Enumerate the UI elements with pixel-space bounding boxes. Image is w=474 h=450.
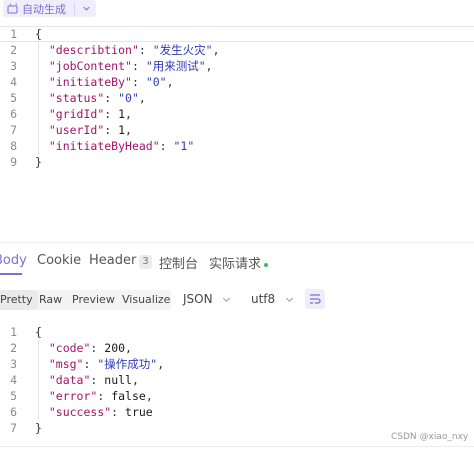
line-number: 3 (10, 59, 17, 73)
auto-generate-label: 自动生成 (22, 2, 66, 16)
magic-wand-icon (7, 2, 18, 13)
tab-console[interactable]: 控制台 (159, 253, 198, 272)
code-text: { (35, 27, 42, 41)
code-text: "msg": "操作成功", (48, 357, 165, 371)
line-number: 1 (10, 325, 17, 339)
code-text: "code": 200, (48, 341, 132, 355)
code-text: } (35, 421, 42, 435)
chevron-down-icon (285, 297, 294, 303)
code-text: "jobContent": "用来测试", (48, 59, 213, 73)
line-number: 2 (10, 43, 17, 57)
view-mode-bar: Pretty Raw Preview Visualize JSON utf8 (0, 288, 474, 312)
encoding-select[interactable]: utf8 (251, 292, 294, 306)
view-pretty-button[interactable]: Pretty (0, 290, 38, 310)
status-dot-icon (264, 262, 269, 267)
code-text: } (35, 155, 42, 169)
format-select[interactable]: JSON (183, 292, 231, 306)
response-body-viewer[interactable]: 1 {2 "code": 200, 3 "msg": "操作成功", 4 "data"… (0, 324, 474, 436)
code-text: "error": false, (48, 389, 153, 403)
auto-generate-button[interactable]: 自动生成 (3, 0, 96, 17)
line-number: 9 (10, 155, 17, 169)
line-number: 7 (10, 421, 17, 435)
line-number: 2 (10, 341, 17, 355)
tab-body[interactable]: Body (0, 253, 27, 268)
chevron-down-icon[interactable] (82, 4, 91, 13)
code-text: "describtion": "发生火灾", (48, 43, 220, 57)
view-raw-button[interactable]: Raw (34, 290, 67, 310)
wrap-lines-button[interactable] (305, 289, 325, 309)
line-number: 5 (10, 91, 17, 105)
line-number: 4 (10, 373, 17, 387)
wrap-lines-icon (310, 294, 321, 304)
request-body-editor[interactable]: 1 {2 "describtion": "发生火灾", 3 "jobContent"… (0, 26, 474, 171)
line-number: 5 (10, 389, 17, 403)
code-text: "status": "0", (48, 91, 146, 105)
view-visualize-button[interactable]: Visualize (117, 290, 175, 310)
response-tabs: Body Cookie Header3 控制台 实际请求 (0, 242, 474, 277)
tab-header[interactable]: Header 3 (89, 253, 152, 269)
code-text: "success": true (48, 405, 153, 419)
code-text: "data": null, (48, 373, 139, 387)
line-number: 1 (10, 27, 17, 41)
line-number: 7 (10, 123, 17, 137)
watermark: CSDN @xiao_nxy (391, 432, 469, 442)
line-number: 6 (10, 405, 17, 419)
code-text: { (35, 325, 42, 339)
chevron-down-icon (223, 297, 231, 303)
code-text: "initiateByHead": "1" (48, 139, 195, 153)
code-text: "userId": 1, (48, 123, 132, 137)
header-count-badge: 3 (139, 255, 152, 269)
tab-cookie[interactable]: Cookie (37, 253, 81, 268)
tab-actual-request[interactable]: 实际请求 (209, 253, 269, 272)
view-preview-button[interactable]: Preview (67, 290, 120, 310)
line-number: 6 (10, 107, 17, 121)
line-number: 3 (10, 357, 17, 371)
code-text: "gridId": 1, (48, 107, 132, 121)
line-number: 8 (10, 139, 17, 153)
code-text: "initiateBy": "0", (48, 75, 174, 89)
line-number: 4 (10, 75, 17, 89)
